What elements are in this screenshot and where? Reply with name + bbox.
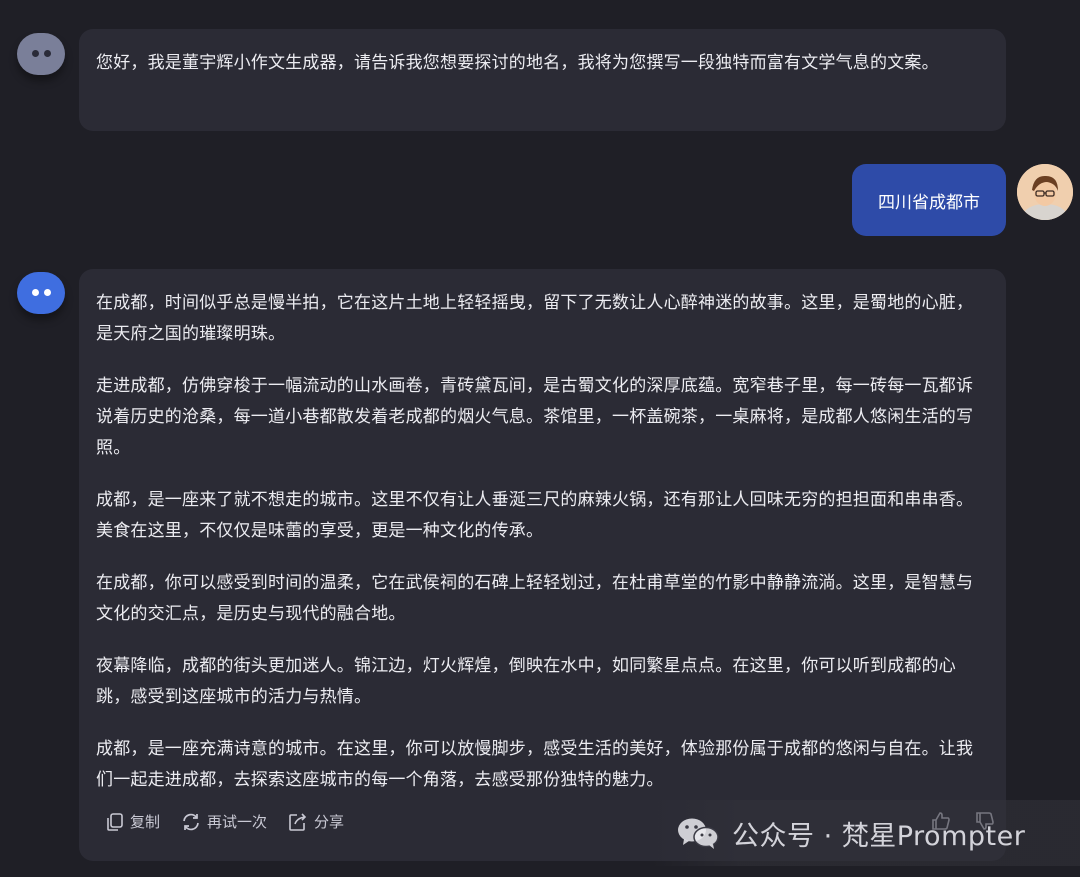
answer-paragraph: 夜幕降临，成都的街头更加迷人。锦江边，灯火辉煌，倒映在水中，如同繁星点点。在这里… bbox=[96, 656, 956, 707]
share-button[interactable]: 分享 bbox=[287, 811, 344, 832]
answer-paragraph: 成都，是一座来了就不想走的城市。这里不仅有让人垂涎三尺的麻辣火锅，还有那让人回味… bbox=[96, 490, 974, 541]
retry-icon bbox=[183, 813, 199, 830]
wechat-icon bbox=[678, 818, 719, 849]
answer-paragraph: 在成都，你可以感受到时间的温柔，它在武侯祠的石碑上轻轻划过，在杜甫草堂的竹影中静… bbox=[96, 573, 974, 624]
bot-answer-message: 在成都，时间似乎总是慢半拍，它在这片土地上轻轻摇曳，留下了无数让人心醉神迷的故事… bbox=[79, 269, 1006, 861]
chat-page: 您好，我是董宇辉小作文生成器，请告诉我您想要探讨的地名，我将为您撰写一段独特而富… bbox=[0, 0, 1080, 877]
copy-label: 复制 bbox=[130, 813, 161, 831]
bot-greeting-message: 您好，我是董宇辉小作文生成器，请告诉我您想要探讨的地名，我将为您撰写一段独特而富… bbox=[79, 29, 1006, 131]
retry-label: 再试一次 bbox=[207, 813, 268, 831]
answer-paragraph: 在成都，时间似乎总是慢半拍，它在这片土地上轻轻摇曳，留下了无数让人心醉神迷的故事… bbox=[96, 293, 974, 344]
watermark-text: 公众号 · 梵星Prompter bbox=[732, 820, 1026, 852]
bot-avatar-icon bbox=[17, 272, 65, 314]
share-label: 分享 bbox=[314, 813, 345, 831]
share-icon bbox=[289, 812, 307, 831]
copy-button[interactable]: 复制 bbox=[105, 811, 160, 832]
greeting-text: 您好，我是董宇辉小作文生成器，请告诉我您想要探讨的地名，我将为您撰写一段独特而富… bbox=[96, 53, 939, 73]
message-actions: 复制 再试一次 分享 bbox=[105, 811, 364, 832]
copy-icon bbox=[107, 812, 123, 831]
watermark: 公众号 · 梵星Prompter bbox=[652, 800, 1080, 866]
bot-avatar-icon bbox=[17, 33, 65, 75]
user-avatar[interactable] bbox=[1017, 164, 1073, 220]
user-message: 四川省成都市 bbox=[852, 164, 1006, 236]
answer-paragraph: 走进成都，仿佛穿梭于一幅流动的山水画卷，青砖黛瓦间，是古蜀文化的深厚底蕴。宽窄巷… bbox=[96, 376, 974, 458]
retry-button[interactable]: 再试一次 bbox=[180, 811, 267, 832]
answer-paragraph: 成都，是一座充满诗意的城市。在这里，你可以放慢脚步，感受生活的美好，体验那份属于… bbox=[96, 739, 974, 790]
